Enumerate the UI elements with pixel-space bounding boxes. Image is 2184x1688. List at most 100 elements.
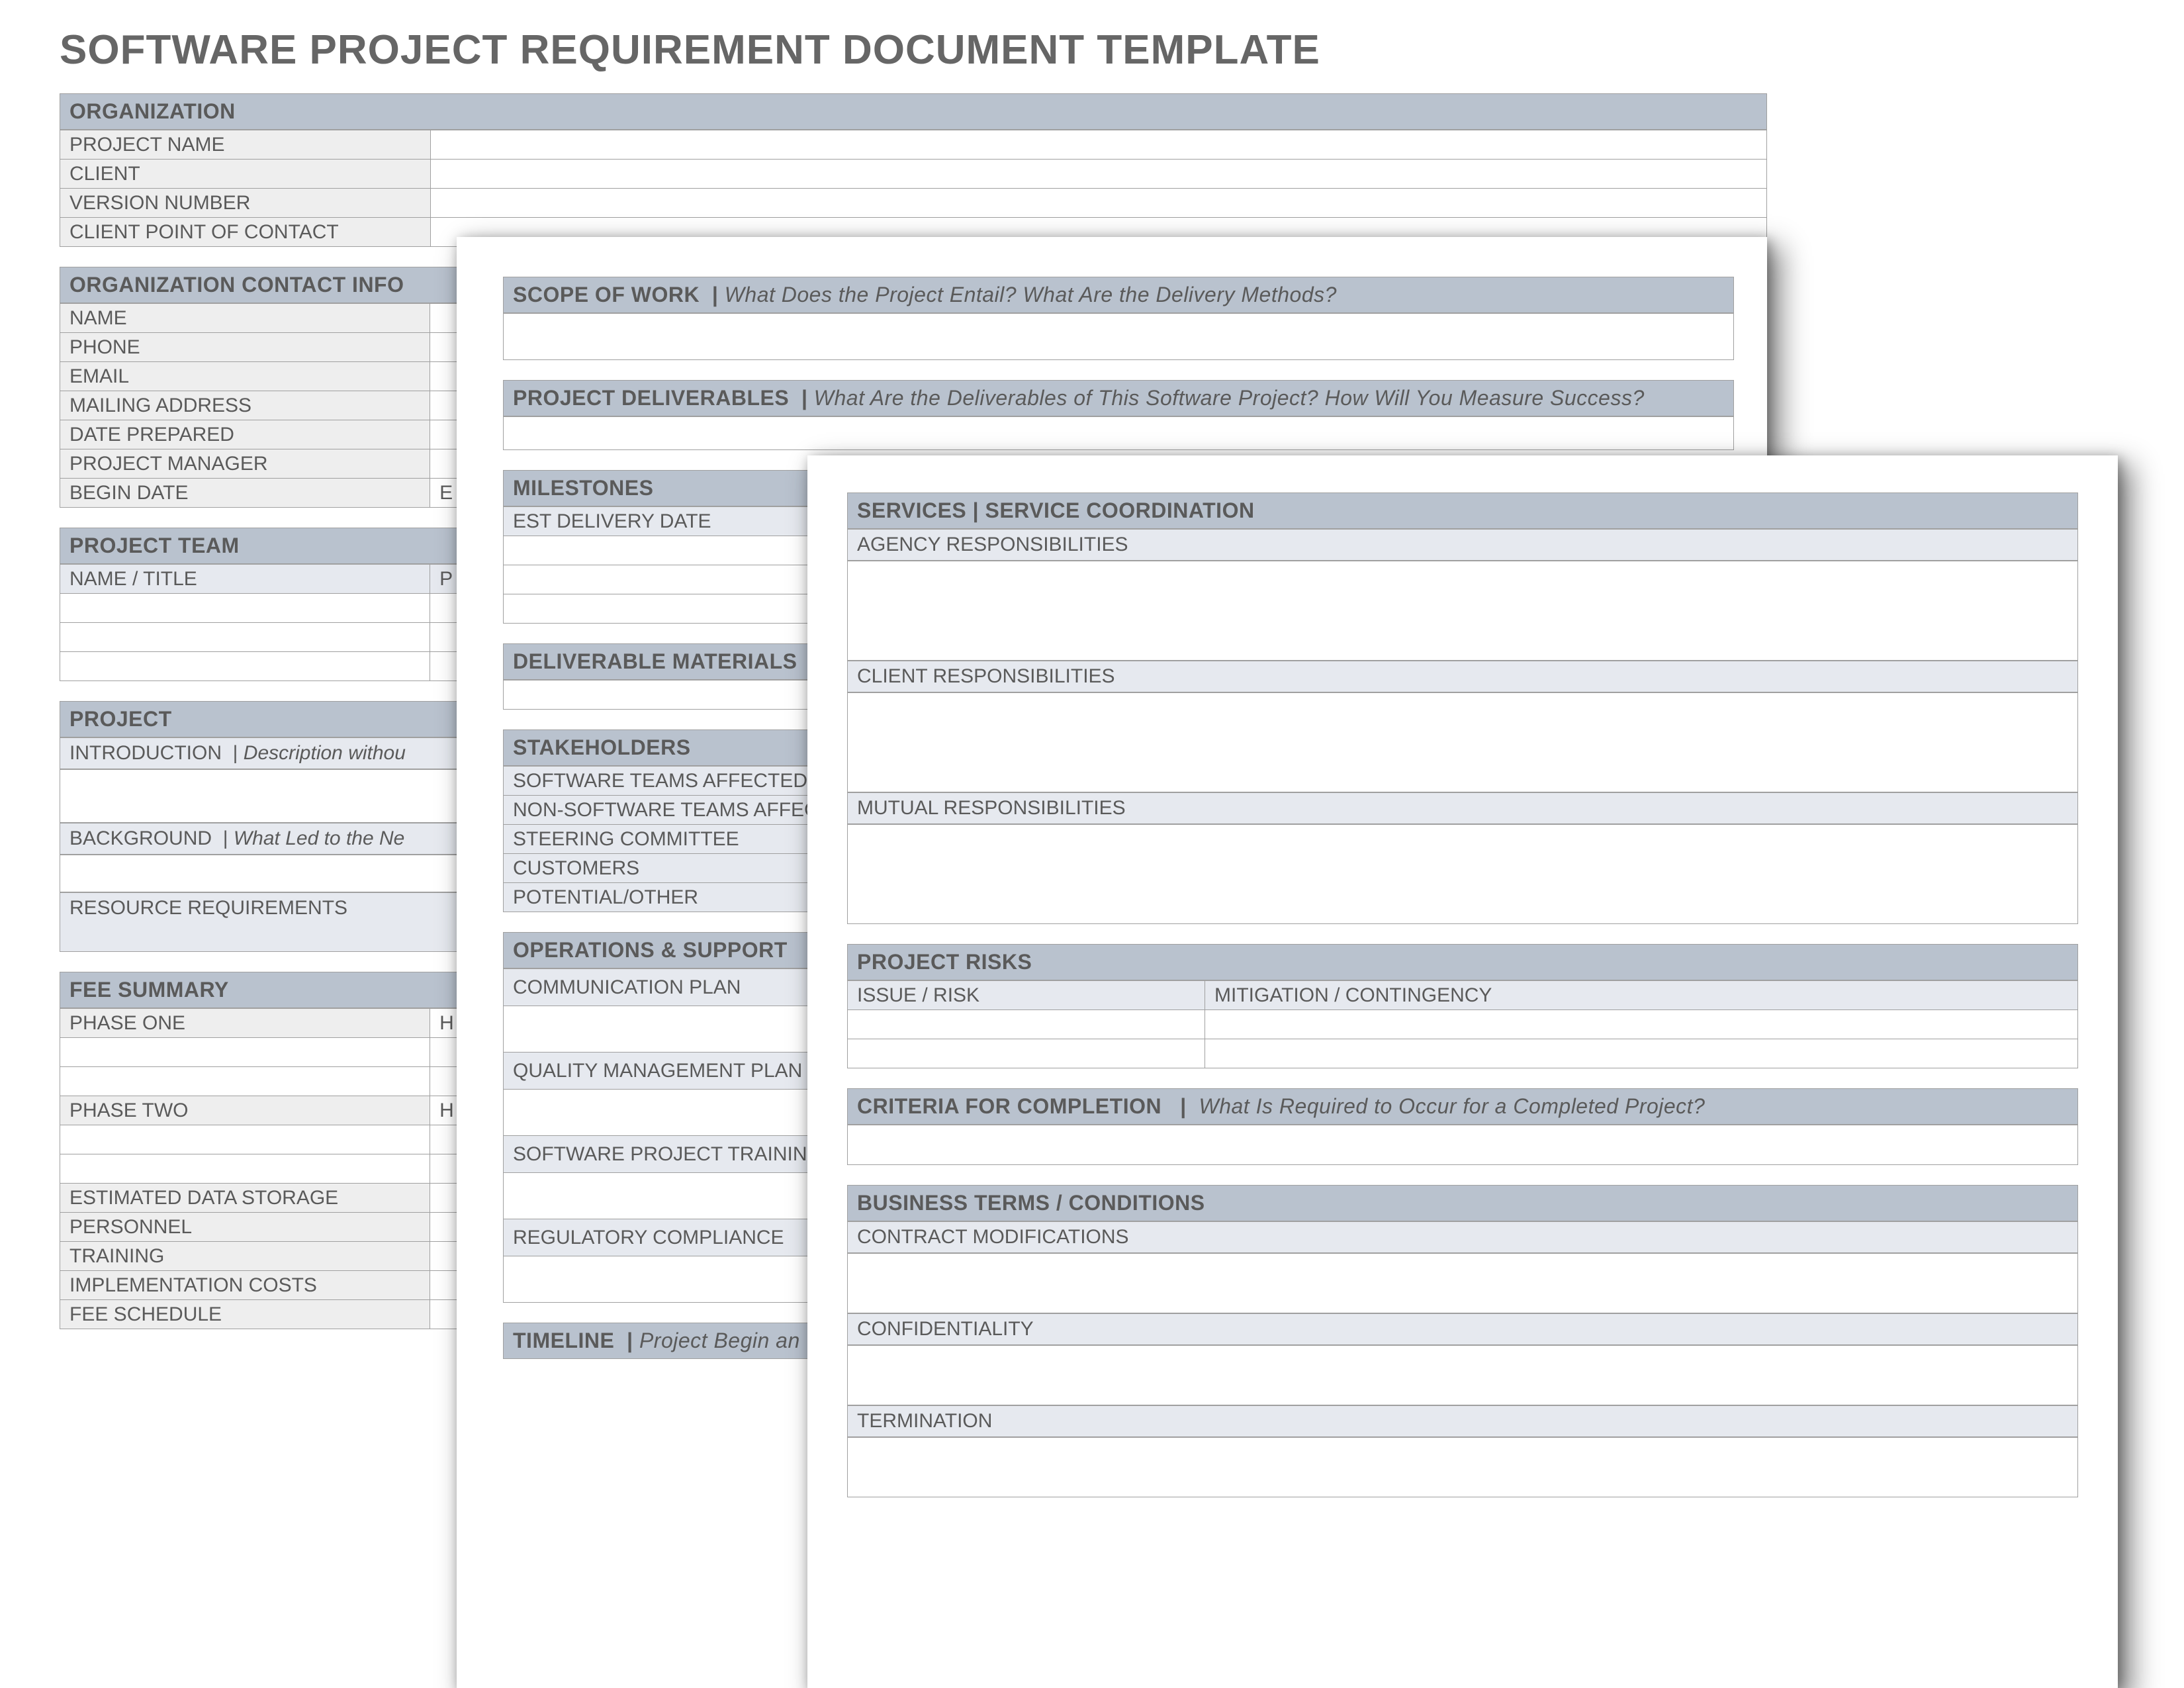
timeline-label: TIMELINE xyxy=(513,1329,614,1352)
project-block: PROJECT INTRODUCTION | Description witho… xyxy=(60,701,483,952)
fee-row-label: TRAINING xyxy=(60,1242,430,1271)
stakeholder-row: POTENTIAL/OTHER xyxy=(504,883,841,912)
project-background-row: BACKGROUND | What Led to the Ne xyxy=(60,823,483,855)
project-background-label: BACKGROUND xyxy=(69,827,212,849)
fee-header: FEE SUMMARY xyxy=(60,972,483,1008)
org-row-value[interactable] xyxy=(431,130,1767,160)
organization-table: PROJECT NAMECLIENTVERSION NUMBERCLIENT P… xyxy=(60,130,1767,247)
ops-row-label: REGULATORY COMPLIANCE xyxy=(504,1219,834,1256)
ops-row-value[interactable] xyxy=(504,1256,834,1303)
org-row-label: PROJECT NAME xyxy=(60,130,431,160)
fee-row-label: FEE SCHEDULE xyxy=(60,1300,430,1329)
fee-row-label: PHASE ONE xyxy=(60,1009,430,1038)
terms-row-label: TERMINATION xyxy=(847,1405,2078,1437)
project-intro-hint: Description withou xyxy=(244,742,406,764)
stakeholder-row: NON-SOFTWARE TEAMS AFFECT xyxy=(504,796,841,825)
fee-row-label xyxy=(60,1067,430,1096)
timeline-header: TIMELINE | Project Begin an xyxy=(503,1323,834,1359)
contact-row-label: NAME xyxy=(60,304,430,333)
scope-hint: What Does the Project Entail? What Are t… xyxy=(725,283,1337,306)
contact-row-label: DATE PREPARED xyxy=(60,420,430,449)
services-header: SERVICES | SERVICE COORDINATION xyxy=(847,492,2078,529)
stakeholder-row: CUSTOMERS xyxy=(504,854,841,883)
terms-row-label: CONTRACT MODIFICATIONS xyxy=(847,1221,2078,1253)
terms-header: BUSINESS TERMS / CONDITIONS xyxy=(847,1185,2078,1221)
org-row-label: CLIENT xyxy=(60,160,431,189)
deliverables-hint: What Are the Deliverables of This Softwa… xyxy=(814,386,1645,410)
risks-col-issue: ISSUE / RISK xyxy=(848,981,1205,1010)
fee-table: PHASE ONEHPHASE TWOHESTIMATED DATA STORA… xyxy=(60,1008,483,1329)
milestones-header: MILESTONES xyxy=(503,470,834,506)
scope-label: SCOPE OF WORK xyxy=(513,283,700,306)
risks-table: ISSUE / RISK MITIGATION / CONTINGENCY xyxy=(847,980,2078,1068)
project-intro-label: INTRODUCTION xyxy=(69,742,222,764)
services-row-value[interactable] xyxy=(848,693,2078,792)
project-background-hint: What Led to the Ne xyxy=(234,827,405,849)
fee-row-label: IMPLEMENTATION COSTS xyxy=(60,1271,430,1300)
services-row-label: CLIENT RESPONSIBILITIES xyxy=(847,661,2078,692)
fee-row-label xyxy=(60,1154,430,1184)
org-row-value[interactable] xyxy=(431,160,1767,189)
ops-row-label: COMMUNICATION PLAN xyxy=(504,969,834,1006)
org-row-value[interactable] xyxy=(431,189,1767,218)
team-table: NAME / TITLEP xyxy=(60,564,483,681)
ops-row-value[interactable] xyxy=(504,1173,834,1219)
org-row-label: CLIENT POINT OF CONTACT xyxy=(60,218,431,247)
ops-header: OPERATIONS & SUPPORT xyxy=(503,932,834,968)
fee-row-label: ESTIMATED DATA STORAGE xyxy=(60,1184,430,1213)
terms-row-value[interactable] xyxy=(848,1438,2078,1497)
document-title: SOFTWARE PROJECT REQUIREMENT DOCUMENT TE… xyxy=(0,0,2184,93)
project-resource-row: RESOURCE REQUIREMENTS xyxy=(60,892,483,952)
team-block: PROJECT TEAM NAME / TITLEP xyxy=(60,528,483,681)
ops-row-value[interactable] xyxy=(504,1090,834,1136)
contact-row-label: PROJECT MANAGER xyxy=(60,449,430,479)
risks-header: PROJECT RISKS xyxy=(847,944,2078,980)
contact-header: ORGANIZATION CONTACT INFO xyxy=(60,267,483,303)
team-col-name: NAME / TITLE xyxy=(60,565,430,594)
deliverables-label: PROJECT DELIVERABLES xyxy=(513,386,789,410)
stakeholders-table: SOFTWARE TEAMS AFFECTEDNON-SOFTWARE TEAM… xyxy=(503,766,841,912)
services-row-value[interactable] xyxy=(848,561,2078,661)
scope-header: SCOPE OF WORK | What Does the Project En… xyxy=(503,277,1734,313)
contact-row-label: PHONE xyxy=(60,333,430,362)
criteria-hint: What Is Required to Occur for a Complete… xyxy=(1199,1094,1705,1118)
contact-row-label: MAILING ADDRESS xyxy=(60,391,430,420)
organization-header: ORGANIZATION xyxy=(60,93,1767,130)
page-3: SERVICES | SERVICE COORDINATION AGENCY R… xyxy=(807,455,2118,1688)
contact-block: ORGANIZATION CONTACT INFO NAMEPHONEEMAIL… xyxy=(60,267,483,508)
fee-block: FEE SUMMARY PHASE ONEHPHASE TWOHESTIMATE… xyxy=(60,972,483,1329)
terms-row-value[interactable] xyxy=(848,1254,2078,1313)
services-row-label: MUTUAL RESPONSIBILITIES xyxy=(847,792,2078,824)
project-header: PROJECT xyxy=(60,701,483,737)
ops-table: COMMUNICATION PLAN QUALITY MANAGEMENT PLA… xyxy=(503,968,834,1303)
timeline-hint: Project Begin an xyxy=(639,1329,800,1352)
fee-row-label: PERSONNEL xyxy=(60,1213,430,1242)
services-row-value[interactable] xyxy=(848,825,2078,924)
stakeholder-row: SOFTWARE TEAMS AFFECTED xyxy=(504,767,841,796)
contact-table: NAMEPHONEEMAILMAILING ADDRESSDATE PREPAR… xyxy=(60,303,483,508)
stakeholder-row: STEERING COMMITTEE xyxy=(504,825,841,854)
fee-row-label xyxy=(60,1125,430,1154)
terms-row-value[interactable] xyxy=(848,1346,2078,1405)
ops-row-label: QUALITY MANAGEMENT PLAN xyxy=(504,1053,834,1090)
organization-block: ORGANIZATION PROJECT NAMECLIENTVERSION N… xyxy=(60,93,1767,247)
contact-row-label: BEGIN DATE xyxy=(60,479,430,508)
ops-row-label: SOFTWARE PROJECT TRAINING xyxy=(504,1136,834,1173)
del-materials-header: DELIVERABLE MATERIALS | W xyxy=(503,643,834,680)
deliverables-header: PROJECT DELIVERABLES | What Are the Deli… xyxy=(503,380,1734,416)
org-row-label: VERSION NUMBER xyxy=(60,189,431,218)
team-header: PROJECT TEAM xyxy=(60,528,483,564)
services-row-label: AGENCY RESPONSIBILITIES xyxy=(847,529,2078,561)
fee-row-label xyxy=(60,1038,430,1067)
risks-col-mitigation: MITIGATION / CONTINGENCY xyxy=(1205,981,2078,1010)
contact-row-label: EMAIL xyxy=(60,362,430,391)
criteria-label: CRITERIA FOR COMPLETION xyxy=(857,1094,1161,1118)
terms-row-label: CONFIDENTIALITY xyxy=(847,1313,2078,1345)
project-intro-row: INTRODUCTION | Description withou xyxy=(60,737,483,769)
ops-row-value[interactable] xyxy=(504,1006,834,1053)
stakeholders-header: STAKEHOLDERS xyxy=(503,729,834,766)
del-materials-label: DELIVERABLE MATERIALS xyxy=(513,649,797,673)
fee-row-label: PHASE TWO xyxy=(60,1096,430,1125)
milestones-est-date: EST DELIVERY DATE xyxy=(504,507,834,536)
criteria-header: CRITERIA FOR COMPLETION | What Is Requir… xyxy=(847,1088,2078,1125)
